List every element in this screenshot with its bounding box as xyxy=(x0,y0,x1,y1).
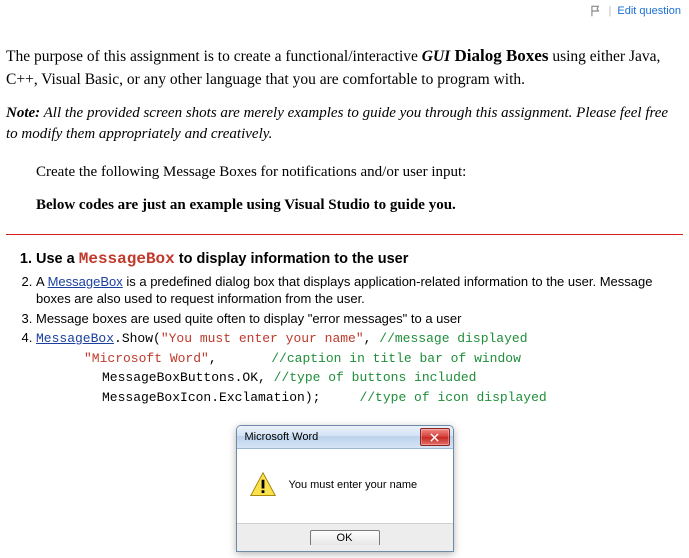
guide-note: Below codes are just an example using Vi… xyxy=(36,194,683,217)
code-line-1: MessageBox.Show("You must enter your nam… xyxy=(36,331,528,346)
code-cmt2: //caption in title bar of window xyxy=(271,351,521,366)
intro-gui: GUI xyxy=(422,48,450,65)
messagebox-screenshot: Microsoft Word You must enter your name … xyxy=(6,425,683,552)
code-comma2: , xyxy=(209,351,271,366)
code-cmt3: //type of buttons included xyxy=(274,370,477,385)
code-buttons: MessageBoxButtons.OK, xyxy=(102,370,274,385)
instruction-list: Use a MessageBox to display information … xyxy=(10,249,683,407)
li2-after: is a predefined dialog box that displays… xyxy=(36,274,652,307)
code-line-3: MessageBoxButtons.OK, //type of buttons … xyxy=(36,368,683,388)
document-body: The purpose of this assignment is to cre… xyxy=(0,22,689,552)
separator: | xyxy=(609,5,612,17)
intro-dialog-boxes: Dialog Boxes xyxy=(450,46,548,65)
messagebox-window: Microsoft Word You must enter your name … xyxy=(236,425,454,552)
code-block: MessageBox.Show("You must enter your nam… xyxy=(36,329,683,407)
list-item-1: Use a MessageBox to display information … xyxy=(36,249,683,271)
code-cmt1: //message displayed xyxy=(379,331,527,346)
intro-text-1: The purpose of this assignment is to cre… xyxy=(6,48,422,65)
code-mb-class: MessageBox xyxy=(36,331,114,346)
code-cmt4: //type of icon displayed xyxy=(359,390,546,405)
code-show: .Show( xyxy=(114,331,161,346)
li1-before: Use a xyxy=(36,251,79,267)
code-line-2: "Microsoft Word", //caption in title bar… xyxy=(36,349,683,369)
code-str2: "Microsoft Word" xyxy=(84,351,209,366)
list-item-2: A MessageBox is a predefined dialog box … xyxy=(36,273,683,308)
close-button[interactable] xyxy=(420,428,450,446)
messagebox-link[interactable]: MessageBox xyxy=(48,274,123,289)
code-icon: MessageBoxIcon.Exclamation); xyxy=(102,390,359,405)
li1-after: to display information to the user xyxy=(175,251,409,267)
flag-icon[interactable] xyxy=(589,4,603,18)
code-comma1: , xyxy=(364,331,380,346)
create-instruction: Create the following Message Boxes for n… xyxy=(36,164,466,180)
code-str1: "You must enter your name" xyxy=(161,331,364,346)
red-divider xyxy=(6,234,683,235)
messagebox-message: You must enter your name xyxy=(289,479,418,491)
messagebox-footer: OK xyxy=(237,523,453,551)
indented-block: Create the following Message Boxes for n… xyxy=(36,161,683,216)
code-line-4: MessageBoxIcon.Exclamation); //type of i… xyxy=(36,388,683,408)
list-item-4-code: MessageBox.Show("You must enter your nam… xyxy=(36,329,683,407)
list-item-3: Message boxes are used quite often to di… xyxy=(36,310,683,328)
edit-question-link[interactable]: Edit question xyxy=(617,5,681,17)
messagebox-body: You must enter your name xyxy=(237,449,453,523)
top-toolbar: | Edit question xyxy=(0,0,689,22)
li2-before: A xyxy=(36,274,48,289)
note-text: All the provided screen shots are merely… xyxy=(6,105,668,142)
exclamation-icon xyxy=(249,471,277,499)
note-label: Note: xyxy=(6,105,40,121)
messagebox-titlebar: Microsoft Word xyxy=(237,426,453,449)
messagebox-title: Microsoft Word xyxy=(245,431,319,443)
li1-messagebox: MessageBox xyxy=(79,250,175,268)
intro-paragraph: The purpose of this assignment is to cre… xyxy=(6,44,683,91)
note-paragraph: Note: All the provided screen shots are … xyxy=(6,103,683,145)
ok-button[interactable]: OK xyxy=(310,530,380,545)
